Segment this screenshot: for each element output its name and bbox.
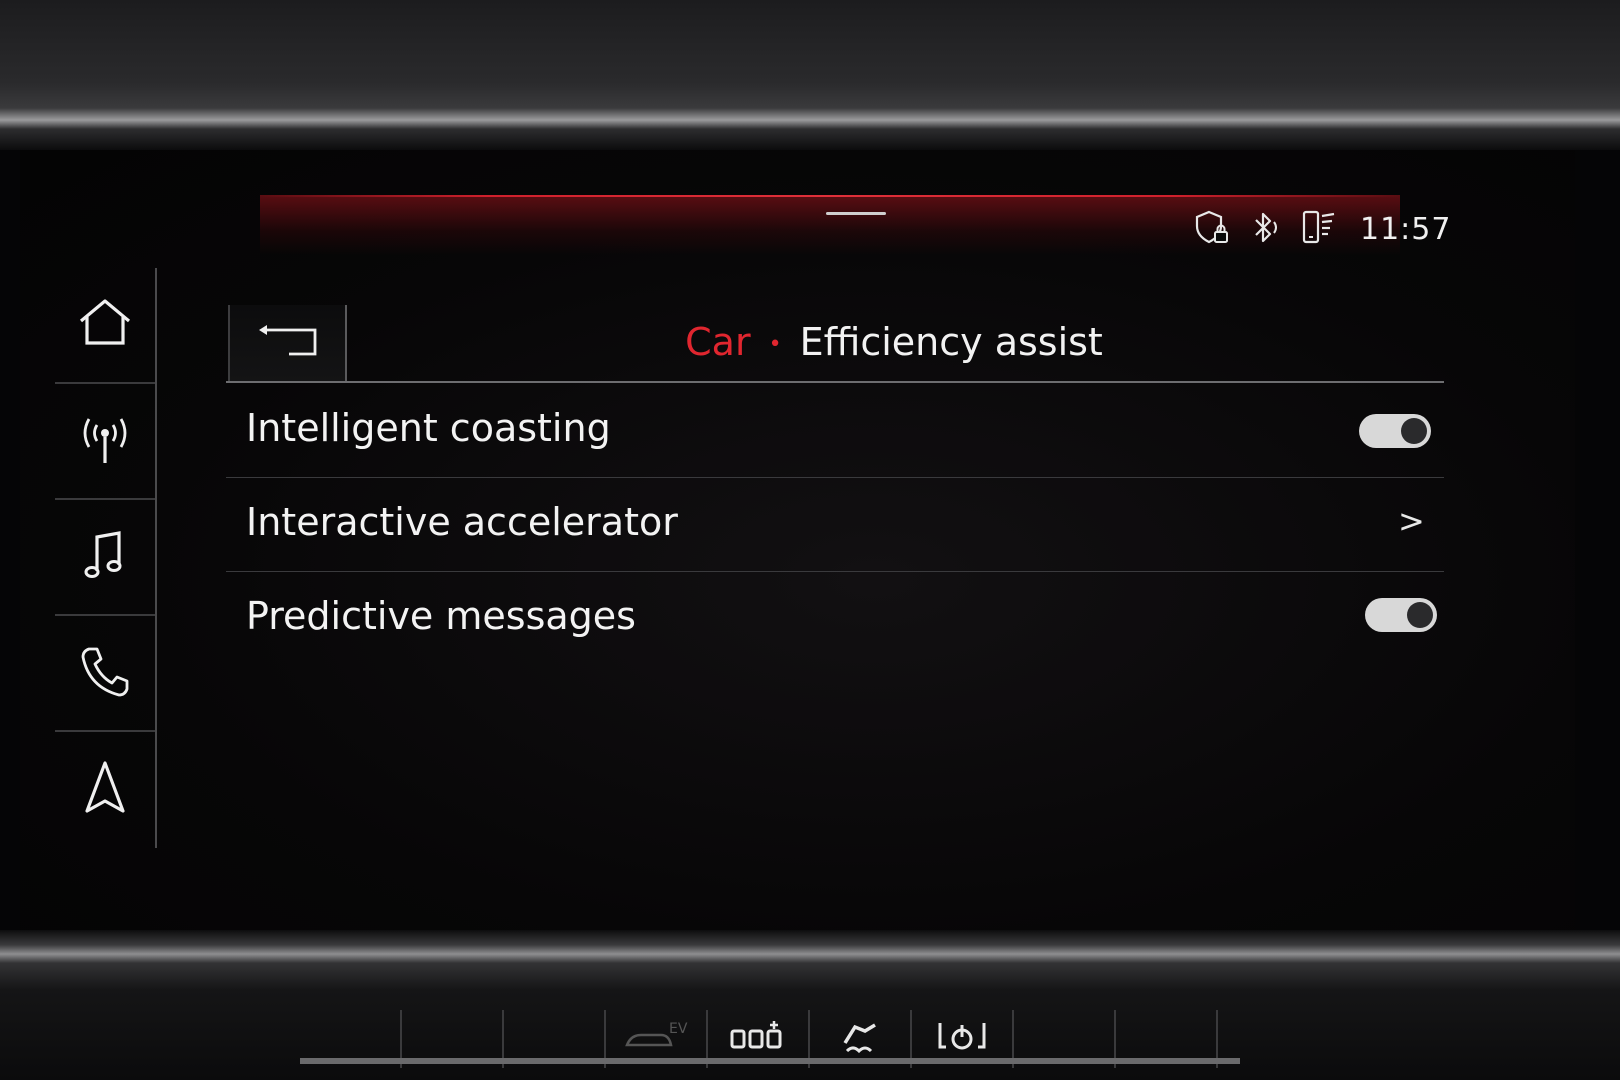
setting-row-intelligent-coasting[interactable]: Intelligent coasting bbox=[226, 384, 1444, 478]
hardware-button-strip bbox=[300, 1058, 1240, 1064]
breadcrumb-parent[interactable]: Car bbox=[685, 320, 750, 364]
bluetooth-icon bbox=[1248, 208, 1284, 252]
back-button[interactable] bbox=[228, 305, 347, 383]
header-divider bbox=[226, 381, 1444, 383]
breadcrumb-current: Efficiency assist bbox=[799, 320, 1103, 364]
setting-label: Interactive accelerator bbox=[246, 500, 678, 544]
clock: 11:57 bbox=[1360, 212, 1452, 247]
status-bar-accent-line bbox=[260, 195, 1400, 197]
toggle-knob bbox=[1401, 418, 1427, 444]
home-icon bbox=[75, 295, 135, 355]
ev-mode-icon: EV bbox=[621, 1017, 691, 1061]
parking-sensor-icon bbox=[728, 1017, 788, 1061]
dashboard-bezel-top bbox=[0, 0, 1620, 150]
setting-row-predictive-messages[interactable]: Predictive messages bbox=[226, 572, 1444, 666]
hardware-button-bar: EV bbox=[300, 1010, 1240, 1080]
setting-label: Intelligent coasting bbox=[246, 406, 611, 450]
setting-row-interactive-accelerator[interactable]: Interactive accelerator > bbox=[226, 478, 1444, 572]
dock-item-radio[interactable] bbox=[55, 384, 155, 500]
toggle-knob bbox=[1407, 602, 1433, 628]
dock-item-home[interactable] bbox=[55, 268, 155, 384]
phone-icon bbox=[75, 641, 135, 705]
chevron-right-icon: > bbox=[1398, 502, 1425, 540]
dock-item-music[interactable] bbox=[55, 500, 155, 616]
dock-item-navigation[interactable] bbox=[55, 732, 155, 846]
svg-text:EV: EV bbox=[669, 1021, 688, 1037]
page-title: Car • Efficiency assist bbox=[344, 312, 1444, 372]
phone-signal-icon bbox=[1300, 208, 1340, 252]
setting-label: Predictive messages bbox=[246, 594, 636, 638]
predictive-messages-toggle[interactable] bbox=[1365, 598, 1437, 632]
app-dock bbox=[55, 268, 157, 848]
dock-item-phone[interactable] bbox=[55, 616, 155, 732]
breadcrumb-separator: • bbox=[768, 331, 782, 357]
traction-control-off-icon bbox=[835, 1017, 885, 1061]
privacy-shield-lock-icon bbox=[1193, 208, 1233, 252]
pull-down-handle[interactable] bbox=[826, 212, 886, 215]
radio-icon bbox=[75, 409, 135, 473]
music-icon bbox=[75, 525, 135, 589]
start-stop-icon bbox=[934, 1017, 990, 1061]
navigation-icon bbox=[75, 757, 135, 821]
intelligent-coasting-toggle[interactable] bbox=[1359, 414, 1431, 448]
back-arrow-icon bbox=[253, 322, 323, 366]
